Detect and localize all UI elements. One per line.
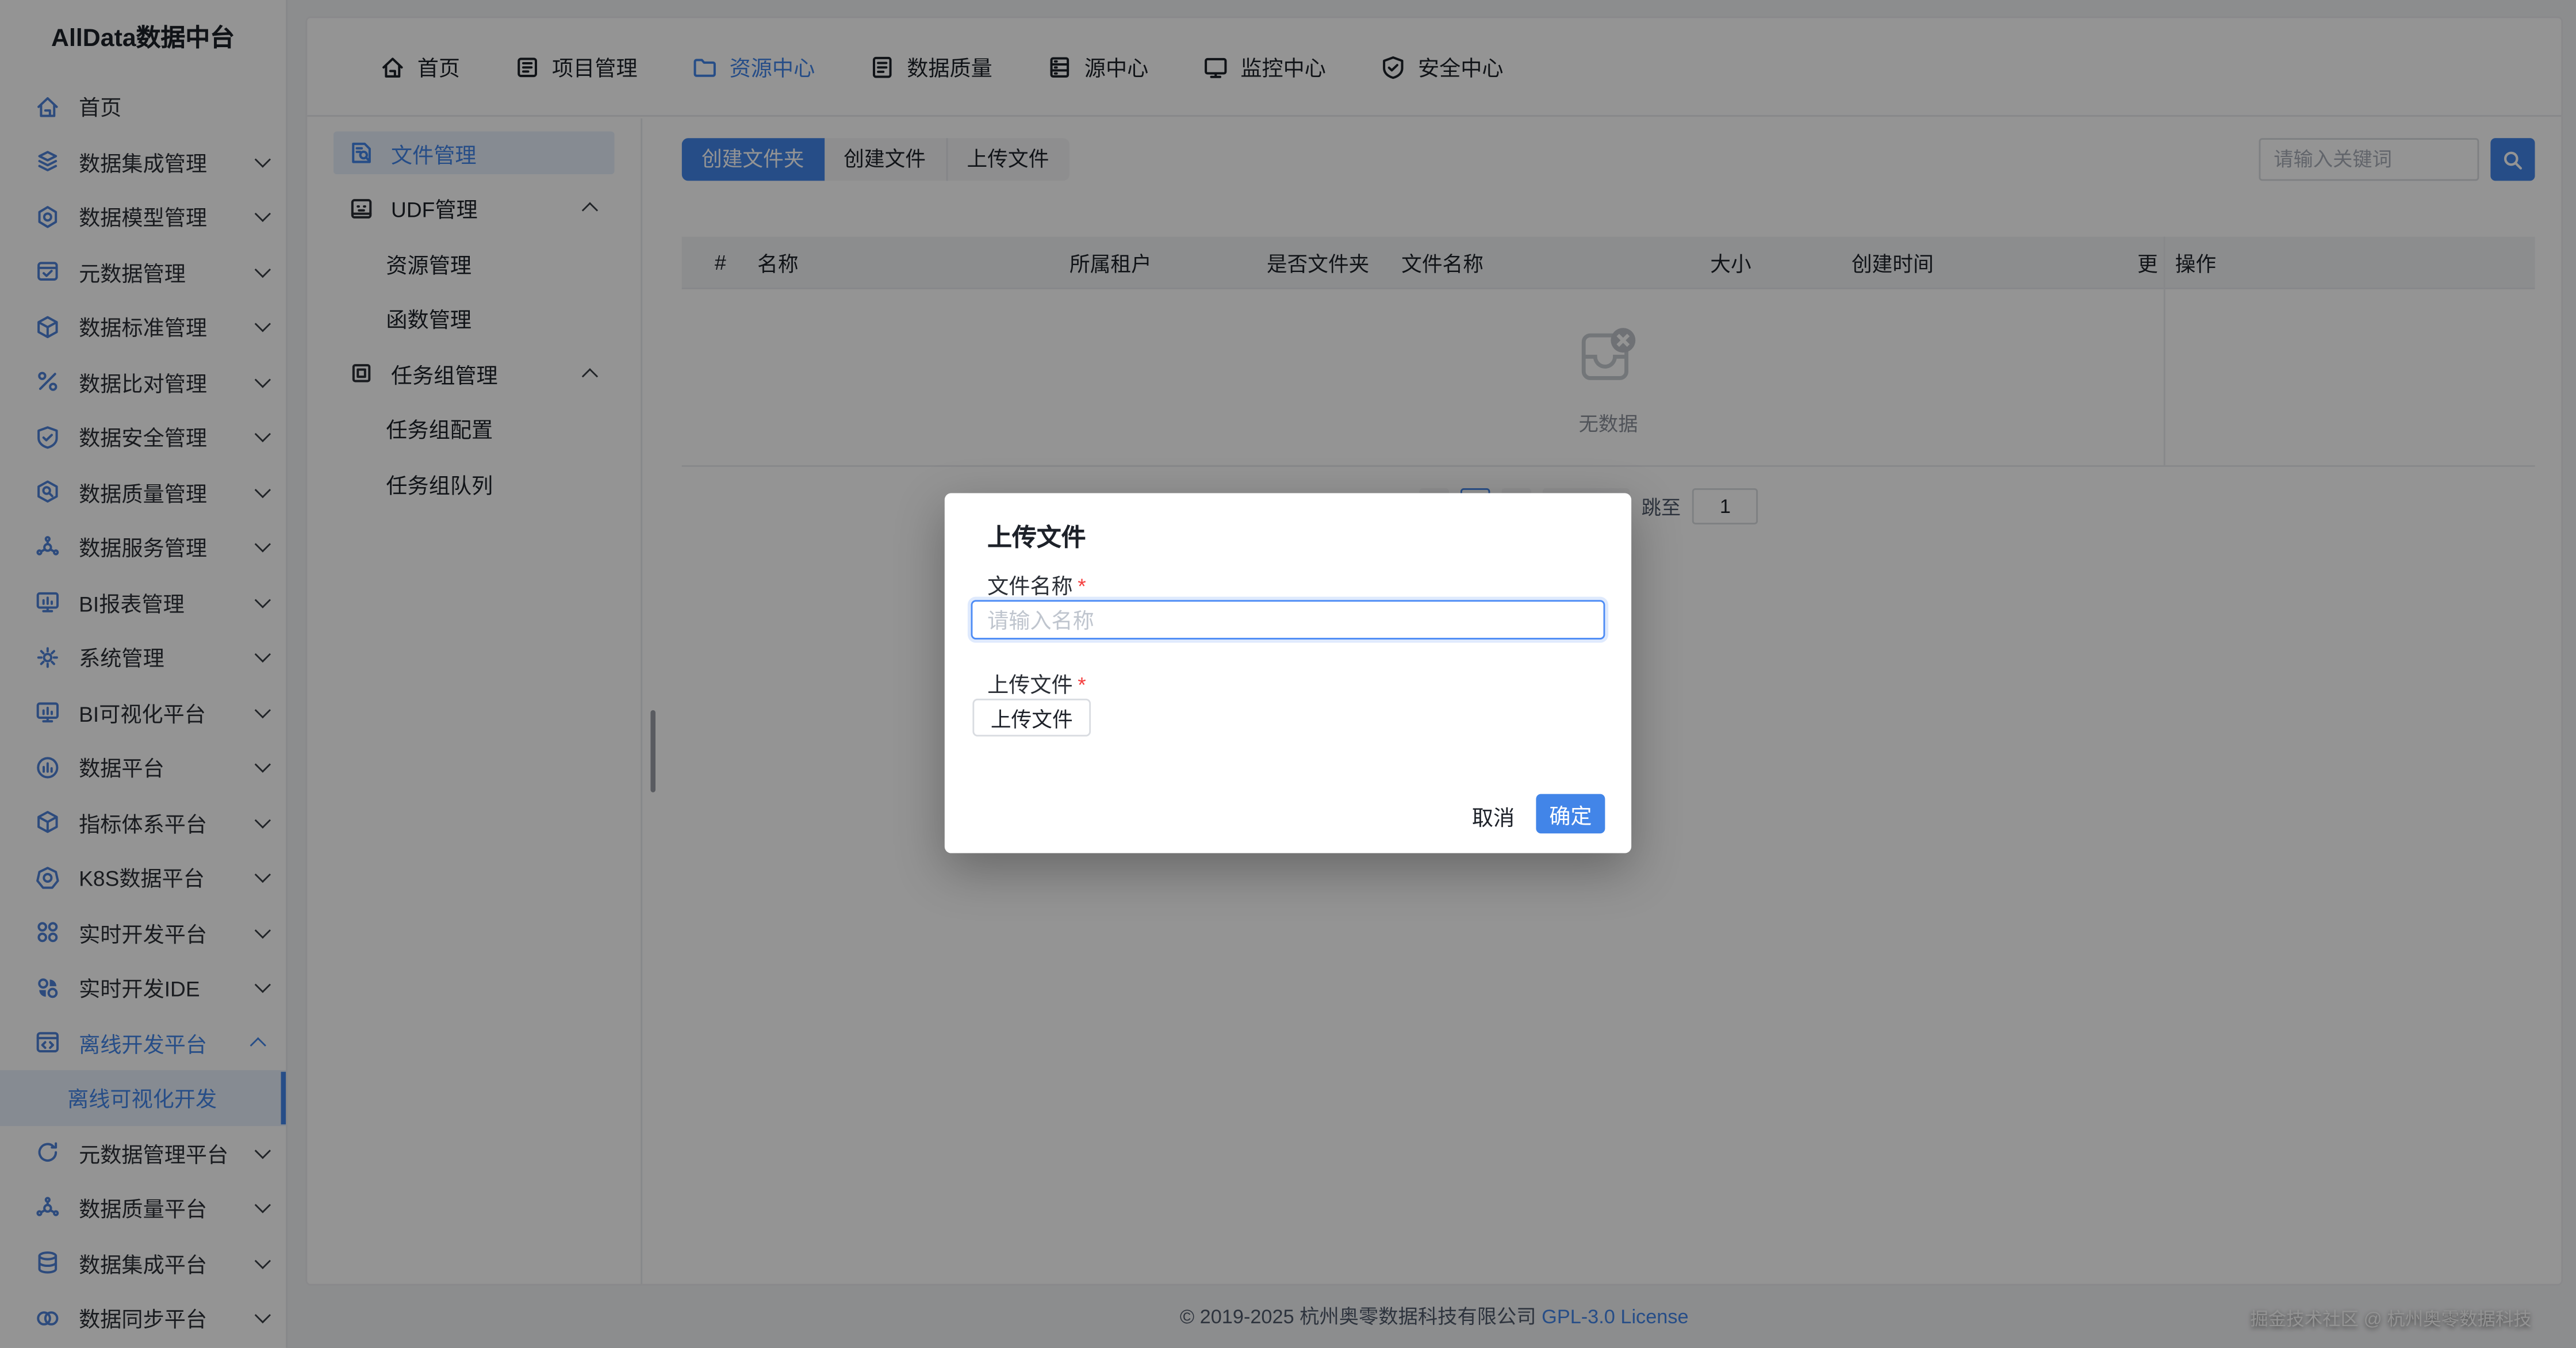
app-root: AllData数据中台 首页 数据集成管理 数据模型管理 元数据管理 数据标准管… [0, 0, 2576, 1348]
confirm-button[interactable]: 确定 [1536, 794, 1605, 834]
choose-file-button[interactable]: 上传文件 [972, 699, 1091, 737]
upload-file-modal: 上传文件 文件名称* 上传文件* 上传文件 取消 确定 [945, 493, 1631, 853]
cancel-button[interactable]: 取消 [1462, 799, 1525, 833]
file-name-input[interactable] [971, 600, 1605, 639]
required-asterisk: * [1078, 672, 1086, 697]
upload-file-label: 上传文件* [987, 668, 1086, 699]
file-name-label: 文件名称* [987, 569, 1086, 600]
modal-title: 上传文件 [987, 519, 1086, 554]
required-asterisk: * [1078, 574, 1086, 599]
